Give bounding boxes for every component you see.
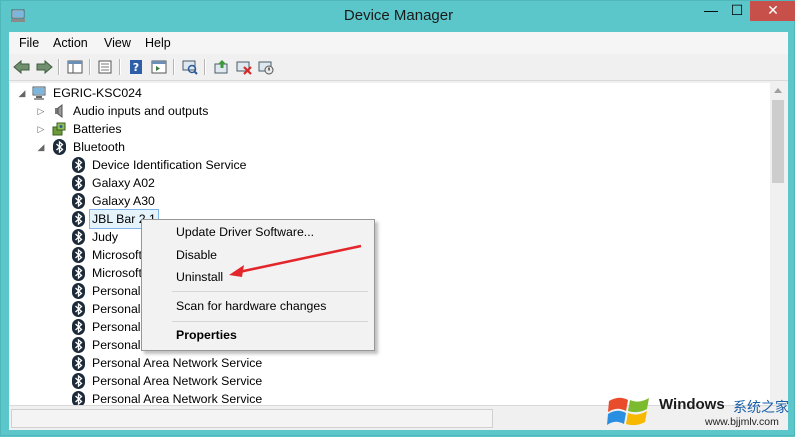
tree-item-label: Batteries bbox=[73, 122, 122, 136]
toolbar: ? bbox=[9, 54, 788, 81]
menu-separator bbox=[172, 321, 368, 322]
bluetooth-device-item[interactable]: Galaxy A30 bbox=[10, 192, 310, 210]
title-bar[interactable]: Device Manager — ☐ ✕ bbox=[1, 1, 795, 33]
scroll-up-icon[interactable] bbox=[774, 88, 782, 93]
bluetooth-device-item[interactable]: Personal Area Network Service bbox=[10, 390, 310, 405]
bluetooth-icon bbox=[72, 265, 85, 281]
menu-item-update-driver[interactable]: Update Driver Software... bbox=[176, 225, 314, 239]
bluetooth-device-item[interactable]: Device Identification Service bbox=[10, 156, 310, 174]
maximize-button[interactable]: ☐ bbox=[724, 1, 750, 21]
back-icon[interactable] bbox=[12, 58, 32, 76]
status-pane bbox=[11, 409, 493, 428]
close-button[interactable]: ✕ bbox=[750, 1, 795, 21]
enable-device-icon[interactable] bbox=[256, 58, 276, 76]
watermark-brand-cn: 系统之家 bbox=[733, 399, 789, 415]
bluetooth-icon bbox=[72, 211, 85, 227]
expand-arrow-icon[interactable]: ▷ bbox=[36, 120, 46, 138]
menu-item-properties[interactable]: Properties bbox=[176, 328, 237, 342]
tree-item-label: Audio inputs and outputs bbox=[73, 104, 209, 118]
watermark-brand: Windows bbox=[659, 396, 725, 413]
computer-icon bbox=[32, 86, 46, 100]
bluetooth-icon bbox=[72, 157, 85, 173]
bluetooth-icon bbox=[72, 283, 85, 299]
context-menu: Update Driver Software... Disable Uninst… bbox=[141, 219, 375, 351]
bluetooth-icon bbox=[72, 337, 85, 353]
device-name: Personal Area Network Service bbox=[92, 392, 263, 405]
device-name: Device Identification Service bbox=[92, 158, 247, 172]
help-icon[interactable]: ? bbox=[126, 58, 146, 76]
vertical-scrollbar[interactable] bbox=[770, 83, 787, 405]
svg-text:?: ? bbox=[133, 61, 139, 74]
device-name: Personal Area Network Service bbox=[92, 374, 263, 388]
windows-logo-icon bbox=[607, 397, 649, 426]
bluetooth-icon bbox=[72, 373, 85, 389]
menu-item-uninstall[interactable]: Uninstall bbox=[176, 270, 223, 284]
tree-item-audio[interactable]: ▷ Audio inputs and outputs bbox=[10, 102, 310, 120]
menu-item-disable[interactable]: Disable bbox=[176, 248, 217, 262]
forward-icon[interactable] bbox=[34, 58, 54, 76]
device-name: Microsoft bbox=[92, 266, 142, 280]
watermark-url: www.bjjmlv.com bbox=[705, 416, 779, 428]
client-area: File Action View Help ? ◢ EGRIC-KSC024 ▷… bbox=[9, 32, 788, 430]
speaker-icon bbox=[55, 104, 63, 118]
menu-separator bbox=[172, 291, 368, 292]
device-name: Galaxy A02 bbox=[92, 176, 155, 190]
minimize-button[interactable]: — bbox=[698, 1, 724, 21]
bluetooth-icon bbox=[72, 193, 85, 209]
bluetooth-device-item[interactable]: Galaxy A02 bbox=[10, 174, 310, 192]
expand-arrow-icon[interactable]: ▷ bbox=[36, 102, 46, 120]
bluetooth-icon bbox=[72, 301, 85, 317]
menu-help[interactable]: Help bbox=[145, 36, 171, 50]
tree-root[interactable]: ◢ EGRIC-KSC024 bbox=[10, 84, 310, 102]
watermark: Windows 系统之家 www.bjjmlv.com bbox=[607, 387, 795, 437]
bluetooth-icon bbox=[72, 229, 85, 245]
device-name: Personal Area Network Service bbox=[92, 356, 263, 370]
scrollbar-thumb[interactable] bbox=[772, 100, 784, 183]
action-pane-icon[interactable] bbox=[149, 58, 169, 76]
menu-file[interactable]: File bbox=[19, 36, 39, 50]
window-title: Device Manager bbox=[343, 7, 454, 24]
bluetooth-icon bbox=[72, 175, 85, 191]
bluetooth-icon bbox=[53, 139, 66, 155]
bluetooth-icon bbox=[72, 319, 85, 335]
device-name: Judy bbox=[92, 230, 118, 244]
bluetooth-icon bbox=[72, 391, 85, 405]
menu-bar: File Action View Help bbox=[9, 32, 788, 54]
device-name: Galaxy A30 bbox=[92, 194, 155, 208]
bluetooth-device-item[interactable]: Personal Area Network Service bbox=[10, 372, 310, 390]
collapse-arrow-icon[interactable]: ◢ bbox=[17, 84, 27, 102]
collapse-arrow-icon[interactable]: ◢ bbox=[36, 138, 46, 156]
tree-item-batteries[interactable]: ▷ Batteries bbox=[10, 120, 310, 138]
tree-item-label: Bluetooth bbox=[73, 140, 125, 154]
menu-item-scan-hardware[interactable]: Scan for hardware changes bbox=[176, 299, 326, 313]
bluetooth-icon bbox=[72, 247, 85, 263]
device-tree[interactable]: ◢ EGRIC-KSC024 ▷ Audio inputs and output… bbox=[10, 83, 770, 405]
device-name: Microsoft bbox=[92, 248, 142, 262]
scan-hardware-icon[interactable] bbox=[180, 58, 200, 76]
uninstall-device-icon[interactable] bbox=[234, 58, 254, 76]
properties-icon[interactable] bbox=[95, 58, 115, 76]
computer-name: EGRIC-KSC024 bbox=[53, 86, 142, 100]
bluetooth-device-item[interactable]: Personal Area Network Service bbox=[10, 354, 310, 372]
device-manager-window: Device Manager — ☐ ✕ File Action View He… bbox=[0, 0, 795, 436]
menu-view[interactable]: View bbox=[104, 36, 131, 50]
tree-item-bluetooth[interactable]: ◢ Bluetooth bbox=[10, 138, 310, 156]
update-driver-icon[interactable] bbox=[212, 58, 232, 76]
menu-action[interactable]: Action bbox=[53, 36, 88, 50]
battery-icon bbox=[52, 122, 66, 136]
show-hide-console-tree-icon[interactable] bbox=[65, 58, 85, 76]
bluetooth-icon bbox=[72, 355, 85, 371]
